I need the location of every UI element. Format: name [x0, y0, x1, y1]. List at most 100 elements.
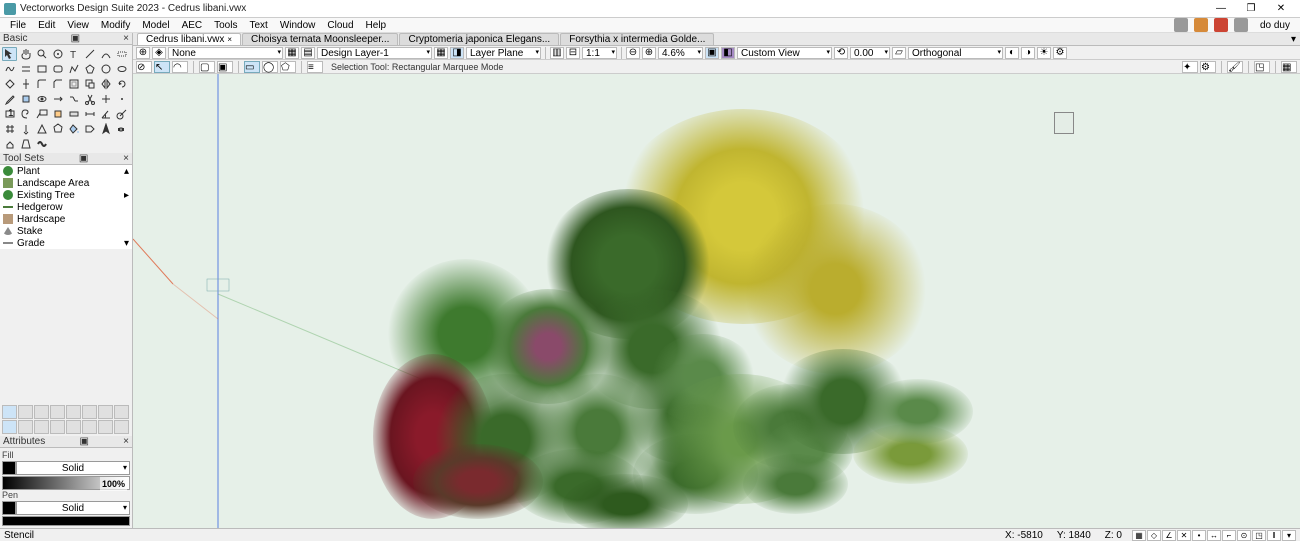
- render-settings-icon[interactable]: ⚙: [1053, 47, 1067, 59]
- menu-modify[interactable]: Modify: [95, 20, 136, 31]
- line-weight-bar[interactable]: [2, 516, 130, 526]
- opacity-slider[interactable]: 100%: [2, 476, 130, 490]
- minimize-button[interactable]: —: [1206, 3, 1236, 14]
- hedgerow-tool[interactable]: Hedgerow: [0, 201, 132, 213]
- menu-help[interactable]: Help: [360, 20, 393, 31]
- snap-options-icon[interactable]: ▾: [1282, 530, 1296, 541]
- radial-dim-tool[interactable]: [114, 107, 129, 121]
- oval-tool[interactable]: [114, 62, 129, 76]
- expand-icon[interactable]: ▣: [71, 33, 80, 44]
- menu-view[interactable]: View: [61, 20, 95, 31]
- scale-icon[interactable]: ⊟: [566, 47, 580, 59]
- arc-tool[interactable]: [98, 47, 113, 61]
- notification-icon[interactable]: [1214, 18, 1228, 32]
- render-mode-icon[interactable]: ◐: [1005, 47, 1019, 59]
- trim-tool[interactable]: [82, 92, 97, 106]
- line-tool[interactable]: [82, 47, 97, 61]
- 3d-modeling-set[interactable]: [2, 420, 17, 434]
- visibility-tool[interactable]: [34, 92, 49, 106]
- irrigation-set[interactable]: [82, 405, 97, 419]
- basic-panel-header[interactable]: Basic ▣ ×: [0, 33, 132, 45]
- reshape-tool[interactable]: [2, 77, 17, 91]
- pen-type-select[interactable]: Solid: [16, 501, 130, 515]
- wall-tool[interactable]: [66, 107, 81, 121]
- expand-icon[interactable]: ▣: [79, 153, 88, 164]
- taper-face-tool[interactable]: [18, 137, 33, 151]
- menu-window[interactable]: Window: [274, 20, 322, 31]
- render-background-icon[interactable]: ◑: [1021, 47, 1035, 59]
- flyover-tool[interactable]: [50, 47, 65, 61]
- multiview-icon[interactable]: ▦: [1281, 61, 1297, 73]
- existing-tree-tool[interactable]: Existing Tree▸: [0, 189, 132, 201]
- clip-tool[interactable]: [82, 77, 97, 91]
- zoom-select[interactable]: 4.6%: [658, 47, 703, 59]
- lighting-set[interactable]: [98, 405, 113, 419]
- search-icon[interactable]: [1194, 18, 1208, 32]
- grade-tool[interactable]: Grade▾: [0, 237, 132, 249]
- visualization-set[interactable]: [114, 405, 129, 419]
- snap-working-plane-icon[interactable]: ◳: [1252, 530, 1266, 541]
- menu-edit[interactable]: Edit: [32, 20, 61, 31]
- fit-objects-icon[interactable]: ▣: [705, 47, 719, 59]
- drawing-canvas[interactable]: [133, 74, 1300, 528]
- connect-combine-tool[interactable]: [66, 92, 81, 106]
- dims-notes-set[interactable]: [66, 405, 81, 419]
- elide-tool[interactable]: [114, 47, 129, 61]
- snap-distance-icon[interactable]: ↔: [1207, 530, 1221, 541]
- menu-text[interactable]: Text: [243, 20, 273, 31]
- snap-smart-point-icon[interactable]: •: [1192, 530, 1206, 541]
- fence-mode-icon[interactable]: ▣: [217, 61, 233, 73]
- submenu-icon[interactable]: ▸: [124, 190, 129, 201]
- text-tool[interactable]: T: [66, 47, 81, 61]
- paint-bucket-tool[interactable]: [66, 122, 81, 136]
- detailing-set[interactable]: [50, 405, 65, 419]
- triangle-tool[interactable]: [34, 122, 49, 136]
- preferences-icon[interactable]: ≡: [307, 61, 323, 73]
- rectangle-tool[interactable]: [34, 62, 49, 76]
- menu-file[interactable]: File: [4, 20, 32, 31]
- user-name[interactable]: do duy: [1254, 20, 1296, 31]
- furniture-set[interactable]: [34, 405, 49, 419]
- ellipse-marquee-mode[interactable]: ◯: [262, 61, 278, 73]
- pan-tool[interactable]: [18, 47, 33, 61]
- doc-tab-cryptomeria[interactable]: Cryptomeria japonica Elegans...: [399, 33, 559, 45]
- close-tab-icon[interactable]: ×: [227, 35, 232, 44]
- snap-grid-icon[interactable]: ▦: [1132, 530, 1146, 541]
- class-options-icon[interactable]: ▦: [285, 47, 299, 59]
- stake-tool[interactable]: Stake: [0, 225, 132, 237]
- unified-view-icon[interactable]: ◧: [721, 47, 735, 59]
- eyedropper-tool[interactable]: [2, 92, 17, 106]
- fill-color-swatch[interactable]: [2, 461, 16, 475]
- plane-icon[interactable]: ◨: [450, 47, 464, 59]
- menu-model[interactable]: Model: [136, 20, 175, 31]
- close-panel-icon[interactable]: ×: [123, 153, 129, 164]
- single-select-mode[interactable]: ↖: [154, 61, 170, 73]
- doc-tab-choisya[interactable]: Choisya ternata Moonsleeper...: [242, 33, 398, 45]
- doc-tab-forsythia[interactable]: Forsythia x intermedia Golde...: [560, 33, 714, 45]
- dimension-tool[interactable]: [82, 107, 97, 121]
- pen-color-swatch[interactable]: [2, 501, 16, 515]
- building-shell-set[interactable]: [18, 405, 33, 419]
- stake-tool-basic[interactable]: [18, 122, 33, 136]
- cross-mode-icon[interactable]: ▢: [199, 61, 215, 73]
- rotate-view-icon[interactable]: ⟲: [834, 47, 848, 59]
- snap-intersect-icon[interactable]: ✕: [1177, 530, 1191, 541]
- lasso-mode[interactable]: ◠: [172, 61, 188, 73]
- grid-tool[interactable]: [2, 122, 17, 136]
- rounded-rect-tool[interactable]: [50, 62, 65, 76]
- attribute-mapping-tool[interactable]: [18, 92, 33, 106]
- fit-page-icon[interactable]: ⊕: [136, 47, 150, 59]
- number-stamp-tool[interactable]: 1: [2, 107, 17, 121]
- layer-select[interactable]: Design Layer-1: [317, 47, 432, 59]
- angle-input[interactable]: 0.00: [850, 47, 890, 59]
- north-arrow-tool[interactable]: [98, 122, 113, 136]
- freehand-tool[interactable]: [2, 62, 17, 76]
- 2d-locus-tool[interactable]: [114, 92, 129, 106]
- perspective-icon[interactable]: ▱: [892, 47, 906, 59]
- landscape-area-tool[interactable]: Landscape Area: [0, 177, 132, 189]
- zoom-out-icon[interactable]: ⊖: [626, 47, 640, 59]
- fastener-set[interactable]: [82, 420, 97, 434]
- move-by-points-tool[interactable]: [50, 92, 65, 106]
- selection-tool[interactable]: [2, 47, 17, 61]
- rotate-tool[interactable]: [114, 77, 129, 91]
